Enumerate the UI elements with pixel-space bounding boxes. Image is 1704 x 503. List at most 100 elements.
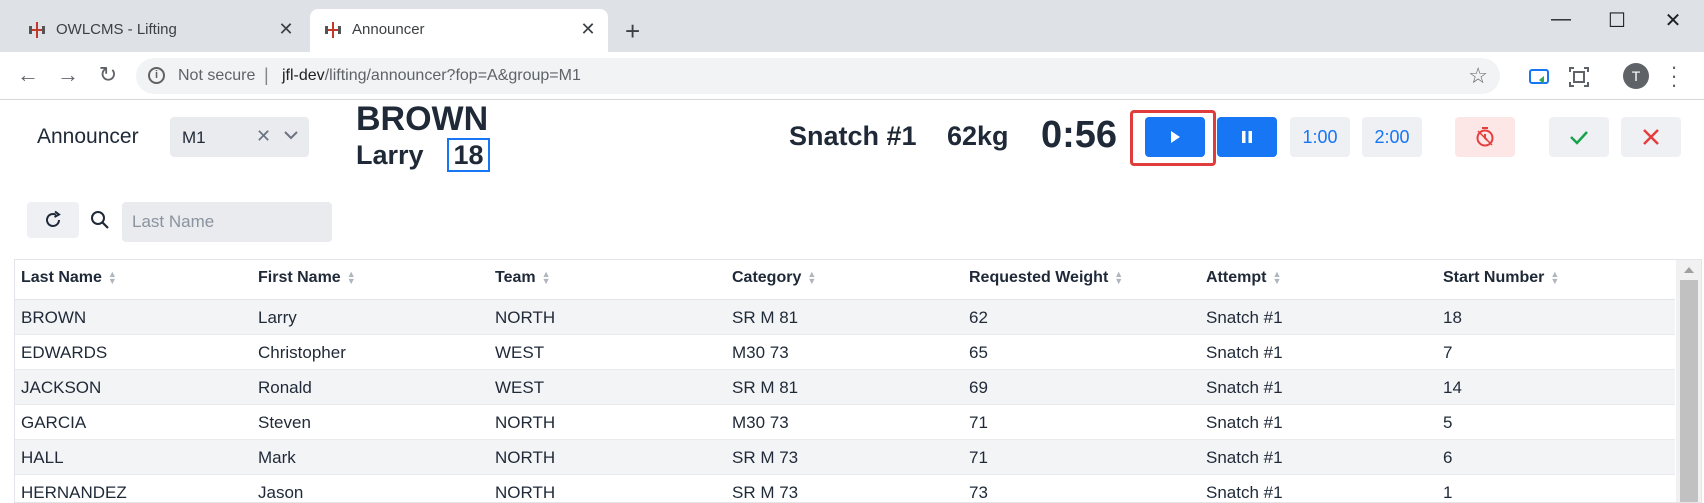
athlete-grid: Last Name ▲ ▼ First Name ▲ ▼ Team ▲ ▼ Category… xyxy=(14,259,1702,503)
one-minute-button[interactable]: 1:00 xyxy=(1290,117,1350,157)
cell-attempt: Snatch #1 xyxy=(1206,448,1283,467)
sort-icon[interactable]: ▲ ▼ xyxy=(1550,270,1559,286)
maximize-icon[interactable]: ☐ xyxy=(1597,8,1637,33)
browser-toolbar: ← → ↻ i Not secure | jfl-dev/lifting/ann… xyxy=(0,52,1704,100)
url-text[interactable]: jfl-dev/lifting/announcer?fop=A&group=M1 xyxy=(282,67,581,85)
cell-last-name: BROWN xyxy=(21,308,87,327)
cross-icon xyxy=(1643,129,1659,145)
table-row[interactable]: JACKSON Ronald WEST SR M 81 69 Snatch #1… xyxy=(15,370,1675,405)
bad-lift-button[interactable] xyxy=(1621,117,1681,157)
cell-requested-weight: 62 xyxy=(969,308,988,327)
refresh-icon xyxy=(46,210,61,227)
cell-team: NORTH xyxy=(495,308,556,327)
two-minute-button[interactable]: 2:00 xyxy=(1362,117,1422,157)
close-tab-icon[interactable]: ✕ xyxy=(578,19,598,39)
scroll-up-icon[interactable] xyxy=(1684,267,1694,273)
one-minute-label: 1:00 xyxy=(1302,126,1338,147)
sort-icon[interactable]: ▲ ▼ xyxy=(542,270,551,286)
reload-icon[interactable]: ↻ xyxy=(96,64,120,88)
header-category[interactable]: Category ▲ ▼ xyxy=(732,269,816,287)
cell-requested-weight: 73 xyxy=(969,483,988,502)
page-title: Announcer xyxy=(37,125,139,148)
cell-start-number: 14 xyxy=(1443,378,1462,397)
minimize-icon[interactable]: — xyxy=(1541,8,1581,31)
header-last-name[interactable]: Last Name ▲ ▼ xyxy=(21,269,117,287)
owlcms-favicon-icon xyxy=(325,22,341,38)
chevron-down-icon[interactable] xyxy=(282,126,300,144)
address-bar[interactable]: i Not secure | jfl-dev/lifting/announcer… xyxy=(136,58,1500,94)
timer-off-icon xyxy=(1476,127,1494,147)
table-row[interactable]: EDWARDS Christopher WEST M30 73 65 Snatc… xyxy=(15,335,1675,370)
cell-first-name: Christopher xyxy=(258,343,346,362)
profile-avatar[interactable]: T xyxy=(1623,63,1649,89)
cell-last-name: JACKSON xyxy=(21,378,102,397)
cast-extension-icon[interactable] xyxy=(1528,66,1550,88)
cell-team: NORTH xyxy=(495,483,556,502)
sort-icon[interactable]: ▲ ▼ xyxy=(807,270,816,286)
header-first-name[interactable]: First Name ▲ ▼ xyxy=(258,269,356,287)
cell-last-name: HALL xyxy=(21,448,64,467)
header-label: Last Name xyxy=(21,269,102,286)
header-requested-weight[interactable]: Requested Weight ▲ ▼ xyxy=(969,269,1123,287)
header-label: First Name xyxy=(258,269,341,286)
cell-last-name: EDWARDS xyxy=(21,343,108,362)
cell-first-name: Larry xyxy=(258,308,297,327)
header-start-number[interactable]: Start Number ▲ ▼ xyxy=(1443,269,1559,287)
stop-timer-button[interactable] xyxy=(1217,117,1277,157)
table-row[interactable]: GARCIA Steven NORTH M30 73 71 Snatch #1 … xyxy=(15,405,1675,440)
sort-icon[interactable]: ▲ ▼ xyxy=(1272,270,1281,286)
sort-icon[interactable]: ▲ ▼ xyxy=(108,270,117,286)
cell-category: SR M 81 xyxy=(732,378,799,397)
announcer-header: Announcer M1 ✕ BROWN Larry 18 Snatch #1 … xyxy=(0,100,1704,175)
cell-requested-weight: 71 xyxy=(969,448,988,467)
screenshot-icon[interactable] xyxy=(1568,66,1590,88)
back-icon[interactable]: ← xyxy=(16,64,40,88)
cell-attempt: Snatch #1 xyxy=(1206,378,1283,397)
table-row[interactable]: HALL Mark NORTH SR M 73 71 Snatch #1 6 xyxy=(15,440,1675,475)
cell-first-name: Ronald xyxy=(258,378,312,397)
cell-start-number: 1 xyxy=(1443,483,1453,502)
cell-start-number: 7 xyxy=(1443,343,1453,362)
new-tab-icon[interactable]: + xyxy=(625,18,640,44)
grid-header: Last Name ▲ ▼ First Name ▲ ▼ Team ▲ ▼ Category… xyxy=(15,260,1675,300)
vertical-scrollbar[interactable] xyxy=(1676,260,1701,502)
info-icon[interactable]: i xyxy=(148,67,165,84)
forward-icon[interactable]: → xyxy=(56,64,80,88)
focus-highlight-box xyxy=(1130,110,1216,166)
cell-first-name: Jason xyxy=(258,483,304,502)
close-tab-icon[interactable]: ✕ xyxy=(276,19,296,39)
cell-category: SR M 73 xyxy=(732,483,799,502)
header-label: Start Number xyxy=(1443,269,1545,286)
refresh-button[interactable] xyxy=(27,202,79,238)
cell-start-number: 5 xyxy=(1443,413,1453,432)
clear-icon[interactable]: ✕ xyxy=(256,126,271,147)
separator: | xyxy=(264,65,269,85)
bookmark-star-icon[interactable]: ☆ xyxy=(1468,63,1488,89)
browser-tab-lifting[interactable]: OWLCMS - Lifting ✕ xyxy=(14,9,306,52)
header-team[interactable]: Team ▲ ▼ xyxy=(495,269,551,287)
reset-timer-button[interactable] xyxy=(1455,117,1515,157)
check-icon xyxy=(1570,131,1588,145)
header-attempt[interactable]: Attempt ▲ ▼ xyxy=(1206,269,1281,287)
cell-team: NORTH xyxy=(495,448,556,467)
sort-icon[interactable]: ▲ ▼ xyxy=(1114,270,1123,286)
group-select-value: M1 xyxy=(182,128,206,147)
search-icon xyxy=(91,211,109,229)
scrollbar-thumb[interactable] xyxy=(1680,280,1698,502)
sort-icon[interactable]: ▲ ▼ xyxy=(347,270,356,286)
cell-attempt: Snatch #1 xyxy=(1206,413,1283,432)
cell-requested-weight: 69 xyxy=(969,378,988,397)
table-row[interactable]: HERNANDEZ Jason NORTH SR M 73 73 Snatch … xyxy=(15,475,1675,502)
filter-bar xyxy=(0,175,1704,260)
browser-tab-announcer[interactable]: Announcer ✕ xyxy=(310,9,608,52)
good-lift-button[interactable] xyxy=(1549,117,1609,157)
browser-menu-icon[interactable]: · · · xyxy=(1666,56,1682,96)
table-row[interactable]: BROWN Larry NORTH SR M 81 62 Snatch #1 1… xyxy=(15,300,1675,335)
cell-attempt: Snatch #1 xyxy=(1206,308,1283,327)
group-select[interactable]: M1 ✕ xyxy=(170,117,309,157)
header-label: Category xyxy=(732,269,802,286)
last-name-filter-input[interactable] xyxy=(122,202,332,242)
athlete-last-name: BROWN xyxy=(356,100,489,138)
close-window-icon[interactable]: ✕ xyxy=(1653,8,1693,33)
cell-category: SR M 81 xyxy=(732,308,799,327)
